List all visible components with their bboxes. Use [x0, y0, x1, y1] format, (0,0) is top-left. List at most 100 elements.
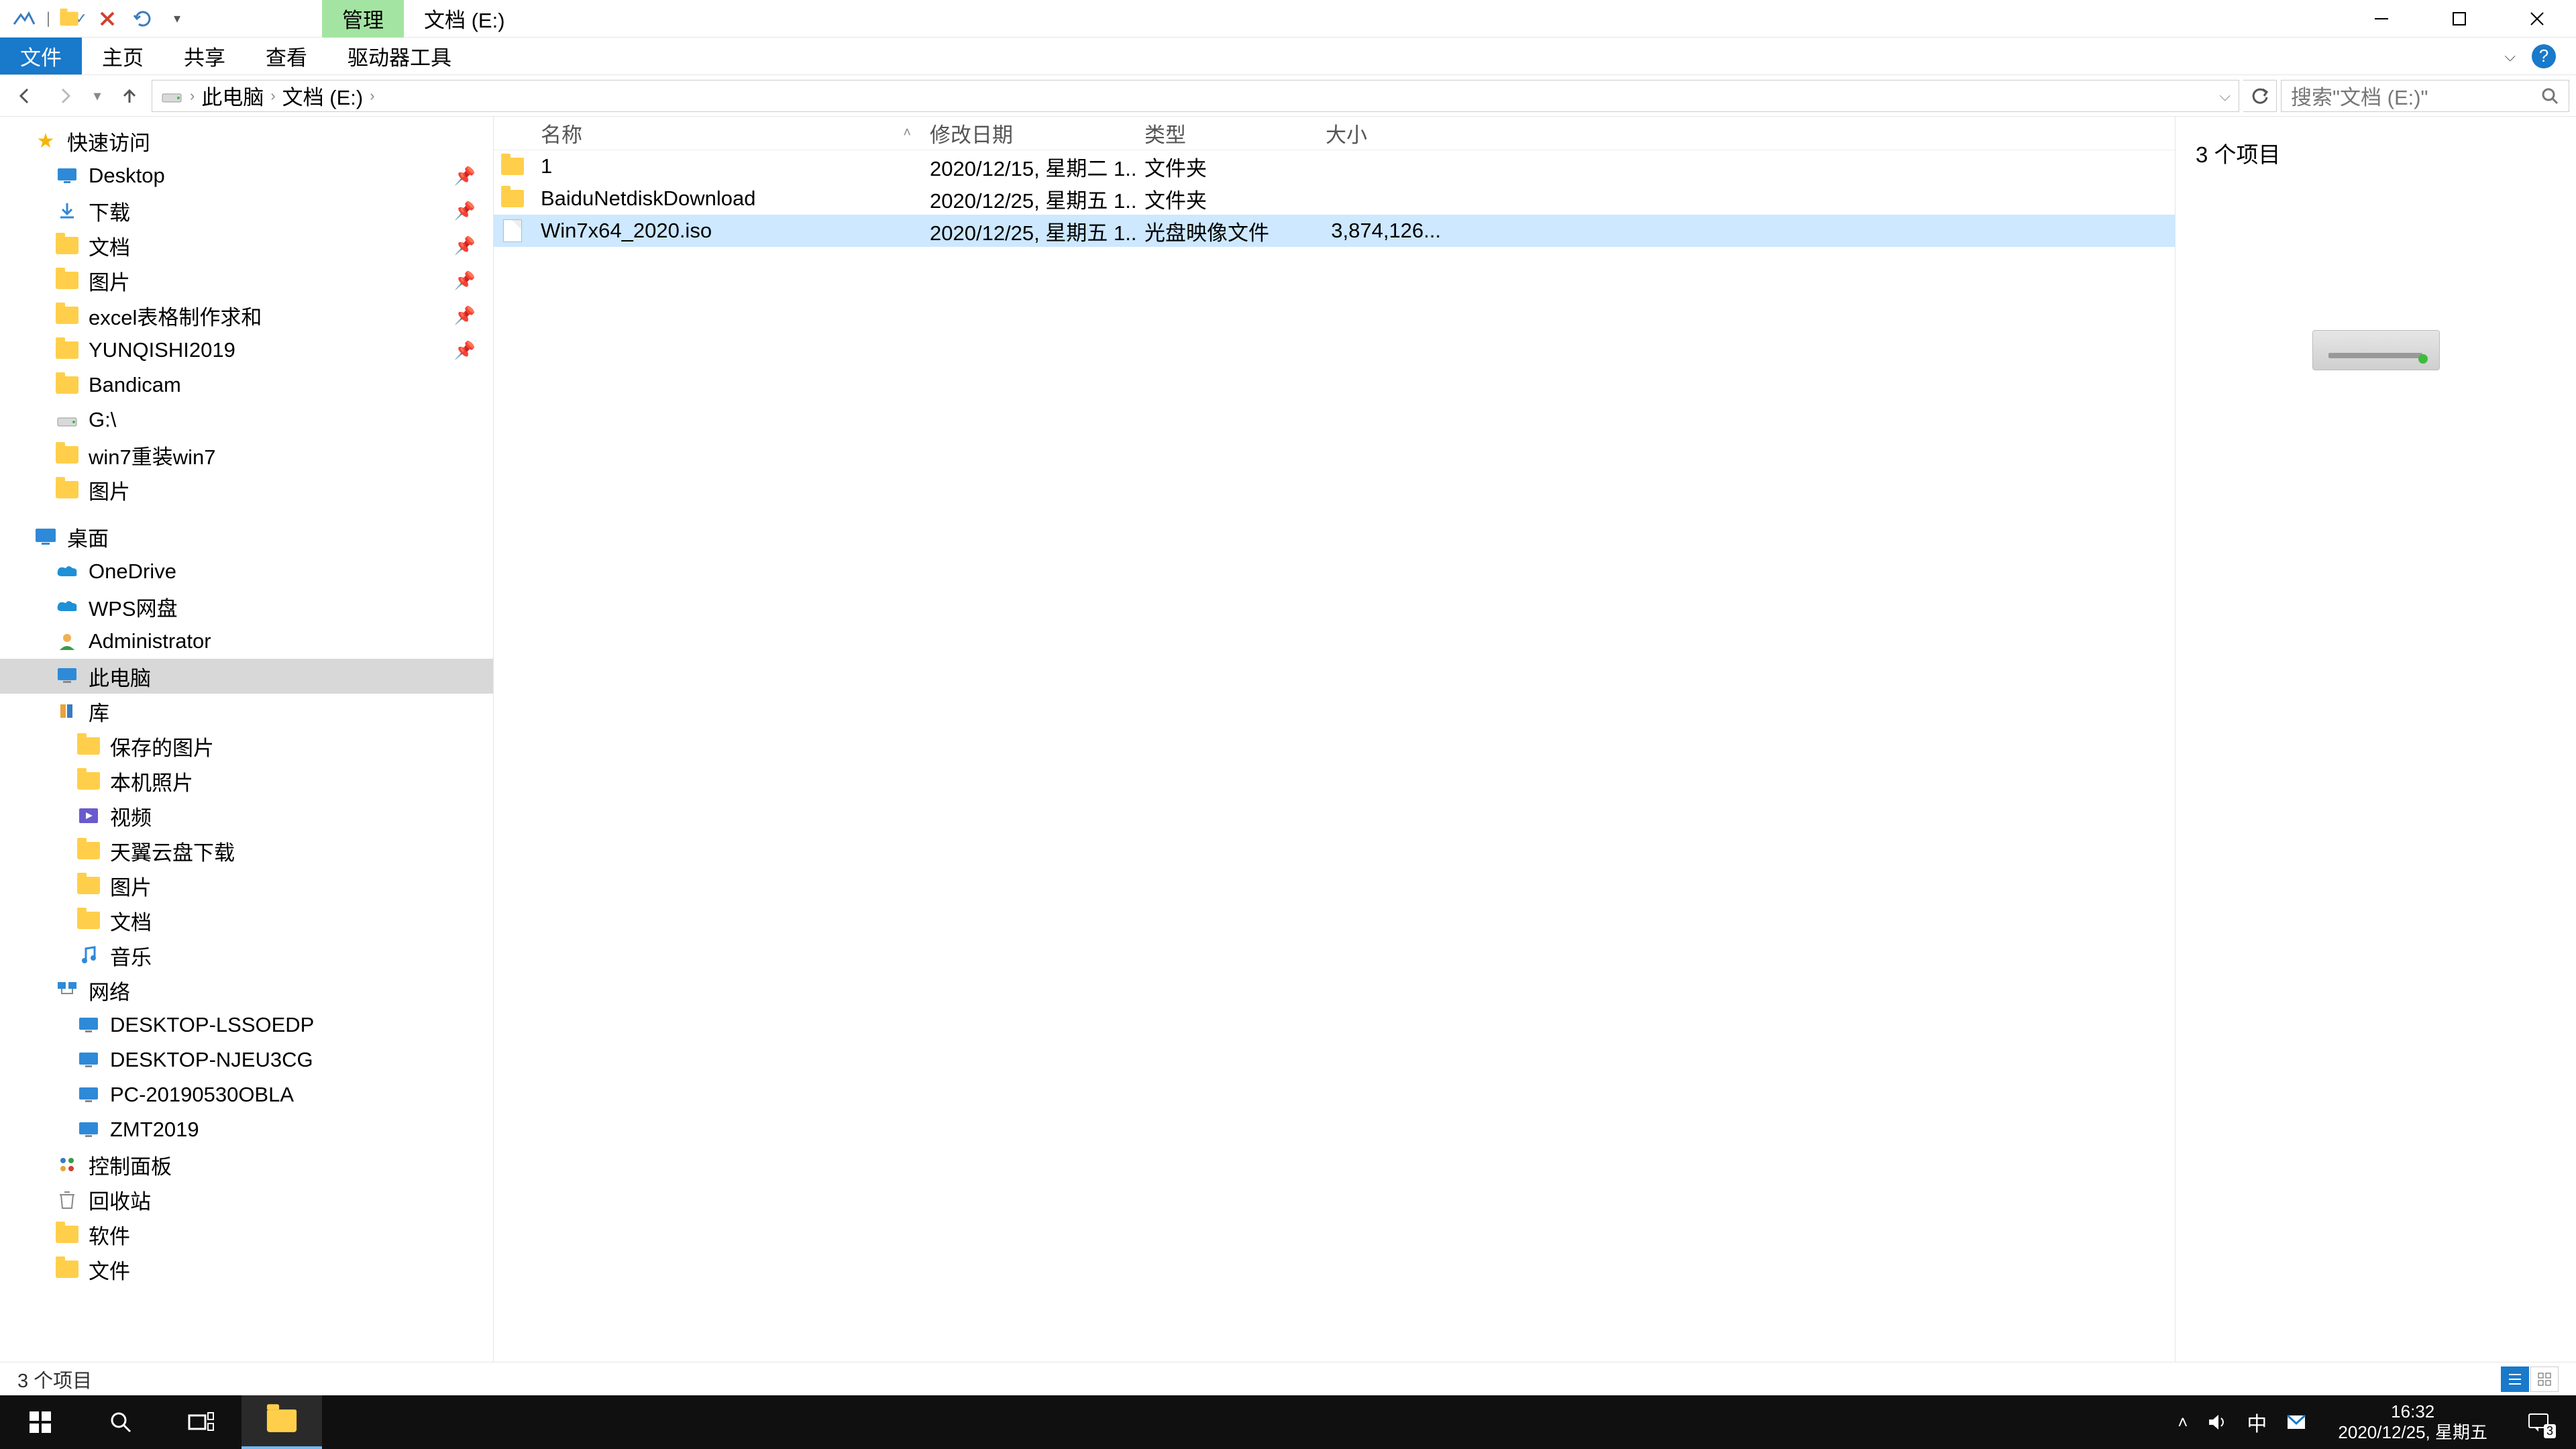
tray-overflow-button[interactable]: ˄ — [2178, 1412, 2188, 1433]
ribbon-tab-home[interactable]: 主页 — [82, 38, 164, 74]
cell-type: 文件夹 — [1135, 184, 1316, 214]
tree-item[interactable]: DESKTOP-NJEU3CG — [0, 1042, 493, 1077]
cell-date: 2020/12/15, 星期二 1... — [920, 152, 1135, 182]
tree-label: 快速访问 — [67, 126, 150, 156]
search-input[interactable]: 搜索"文档 (E:)" — [2281, 80, 2569, 112]
qat-separator-icon: | — [42, 0, 55, 38]
close-button[interactable] — [2498, 0, 2576, 38]
nav-forward-button[interactable] — [47, 78, 83, 114]
tree-quick-item[interactable]: Bandicam — [0, 368, 493, 402]
tree-label: 桌面 — [67, 522, 109, 552]
row-icon — [494, 190, 531, 207]
view-details-button[interactable] — [2501, 1366, 2529, 1392]
tree-quick-item[interactable]: 下载📌 — [0, 193, 493, 228]
column-header-type[interactable]: 类型 — [1135, 118, 1316, 148]
tree-item[interactable]: 库 — [0, 694, 493, 729]
ime-indicator[interactable]: 中 — [2247, 1407, 2267, 1437]
chevron-right-icon[interactable]: › — [190, 87, 195, 105]
tree-item[interactable]: 文件 — [0, 1252, 493, 1287]
tree-item-icon — [76, 908, 101, 932]
minimize-button[interactable] — [2343, 0, 2420, 38]
chevron-right-icon[interactable]: › — [370, 87, 374, 105]
tree-label: 回收站 — [89, 1185, 151, 1215]
contextual-tab-group: 管理 文档 (E:) — [322, 0, 525, 38]
tree-item[interactable]: 回收站 — [0, 1182, 493, 1217]
volume-icon[interactable] — [2206, 1411, 2228, 1433]
search-icon[interactable] — [2540, 87, 2559, 105]
tree-item[interactable]: ZMT2019 — [0, 1112, 493, 1147]
breadcrumb[interactable]: › 此电脑 › 文档 (E:) › ⌵ — [152, 80, 2239, 112]
tree-quick-item[interactable]: 文档📌 — [0, 228, 493, 263]
tree-quick-item[interactable]: win7重装win7 — [0, 437, 493, 472]
ribbon-tab-share[interactable]: 共享 — [164, 38, 246, 74]
view-thumbnails-button[interactable] — [2530, 1366, 2559, 1392]
tree-item[interactable]: 图片 — [0, 868, 493, 903]
tree-quick-item[interactable]: Desktop📌 — [0, 158, 493, 193]
taskbar-explorer-button[interactable] — [241, 1395, 322, 1449]
tree-item[interactable]: DESKTOP-LSSOEDP — [0, 1008, 493, 1042]
task-view-button[interactable] — [161, 1395, 241, 1449]
tree-item[interactable]: Administrator — [0, 624, 493, 659]
action-center-button[interactable]: 3 — [2518, 1402, 2559, 1442]
tree-item-icon — [76, 769, 101, 793]
tree-quick-access[interactable]: ★ 快速访问 — [0, 123, 493, 158]
nav-back-button[interactable] — [7, 78, 43, 114]
qat-delete-button[interactable] — [90, 0, 125, 38]
chevron-right-icon[interactable]: › — [270, 87, 275, 105]
tree-desktop[interactable]: 桌面 — [0, 519, 493, 554]
maximize-button[interactable] — [2420, 0, 2498, 38]
breadcrumb-dropdown-button[interactable]: ⌵ — [2219, 87, 2231, 105]
navigation-tree[interactable]: ★ 快速访问 Desktop📌下载📌文档📌图片📌excel表格制作求和📌YUNQ… — [0, 117, 494, 1362]
breadcrumb-drive-e[interactable]: 文档 (E:) — [282, 80, 364, 111]
tree-label: OneDrive — [89, 559, 176, 584]
ribbon-tab-file[interactable]: 文件 — [0, 38, 82, 74]
ribbon-collapse-button[interactable]: ⌵ — [2504, 48, 2516, 65]
tree-quick-item[interactable]: excel表格制作求和📌 — [0, 298, 493, 333]
column-header-size[interactable]: 大小 — [1316, 118, 1450, 148]
tray-app-icon[interactable] — [2286, 1411, 2307, 1433]
column-header-date[interactable]: 修改日期 — [920, 118, 1135, 148]
help-button[interactable]: ? — [2532, 44, 2556, 68]
list-row[interactable]: BaiduNetdiskDownload2020/12/25, 星期五 1...… — [494, 182, 2175, 215]
tree-item[interactable]: WPS网盘 — [0, 589, 493, 624]
cell-type: 光盘映像文件 — [1135, 216, 1316, 246]
start-button[interactable] — [0, 1395, 80, 1449]
tree-item[interactable]: PC-20190530OBLA — [0, 1077, 493, 1112]
refresh-button[interactable] — [2243, 80, 2277, 112]
ribbon-tab-view[interactable]: 查看 — [246, 38, 327, 74]
tree-item[interactable]: 网络 — [0, 973, 493, 1008]
tree-item[interactable]: 文档 — [0, 903, 493, 938]
qat-undo-button[interactable] — [125, 0, 160, 38]
tree-item[interactable]: 视频 — [0, 798, 493, 833]
taskbar-clock[interactable]: 16:32 2020/12/25, 星期五 — [2326, 1401, 2500, 1443]
qat-dropdown-button[interactable]: ▾ — [160, 0, 195, 38]
nav-history-button[interactable]: ▾ — [87, 78, 107, 114]
tree-quick-item[interactable]: G:\ — [0, 402, 493, 437]
tree-quick-item[interactable]: 图片 — [0, 472, 493, 507]
tree-label: excel表格制作求和 — [89, 301, 262, 331]
qat-properties-button[interactable]: ✓ — [55, 0, 90, 38]
taskbar[interactable]: ˄ 中 16:32 2020/12/25, 星期五 3 — [0, 1395, 2576, 1449]
tree-item[interactable]: OneDrive — [0, 554, 493, 589]
list-row[interactable]: 12020/12/15, 星期二 1...文件夹 — [494, 150, 2175, 182]
taskbar-search-button[interactable] — [80, 1395, 161, 1449]
contextual-tab-manage[interactable]: 管理 — [322, 0, 404, 38]
file-list[interactable]: 名称 ˄ 修改日期 类型 大小 12020/12/15, 星期二 1...文件夹… — [494, 117, 2175, 1362]
tree-label: 控制面板 — [89, 1150, 172, 1180]
ribbon-tab-drive-tools[interactable]: 驱动器工具 — [327, 38, 472, 74]
tree-label: 本机照片 — [110, 766, 193, 796]
nav-up-button[interactable] — [111, 78, 148, 114]
tree-item[interactable]: 本机照片 — [0, 763, 493, 798]
list-row[interactable]: Win7x64_2020.iso2020/12/25, 星期五 1...光盘映像… — [494, 215, 2175, 247]
cell-type: 文件夹 — [1135, 152, 1316, 182]
breadcrumb-this-pc[interactable]: 此电脑 — [201, 80, 264, 111]
tree-quick-item[interactable]: YUNQISHI2019📌 — [0, 333, 493, 368]
tree-item[interactable]: 控制面板 — [0, 1147, 493, 1182]
tree-item[interactable]: 天翼云盘下载 — [0, 833, 493, 868]
tree-item[interactable]: 软件 — [0, 1217, 493, 1252]
tree-item[interactable]: 保存的图片 — [0, 729, 493, 763]
column-header-name[interactable]: 名称 ˄ — [531, 118, 920, 148]
tree-item[interactable]: 音乐 — [0, 938, 493, 973]
tree-quick-item[interactable]: 图片📌 — [0, 263, 493, 298]
tree-item[interactable]: 此电脑 — [0, 659, 493, 694]
